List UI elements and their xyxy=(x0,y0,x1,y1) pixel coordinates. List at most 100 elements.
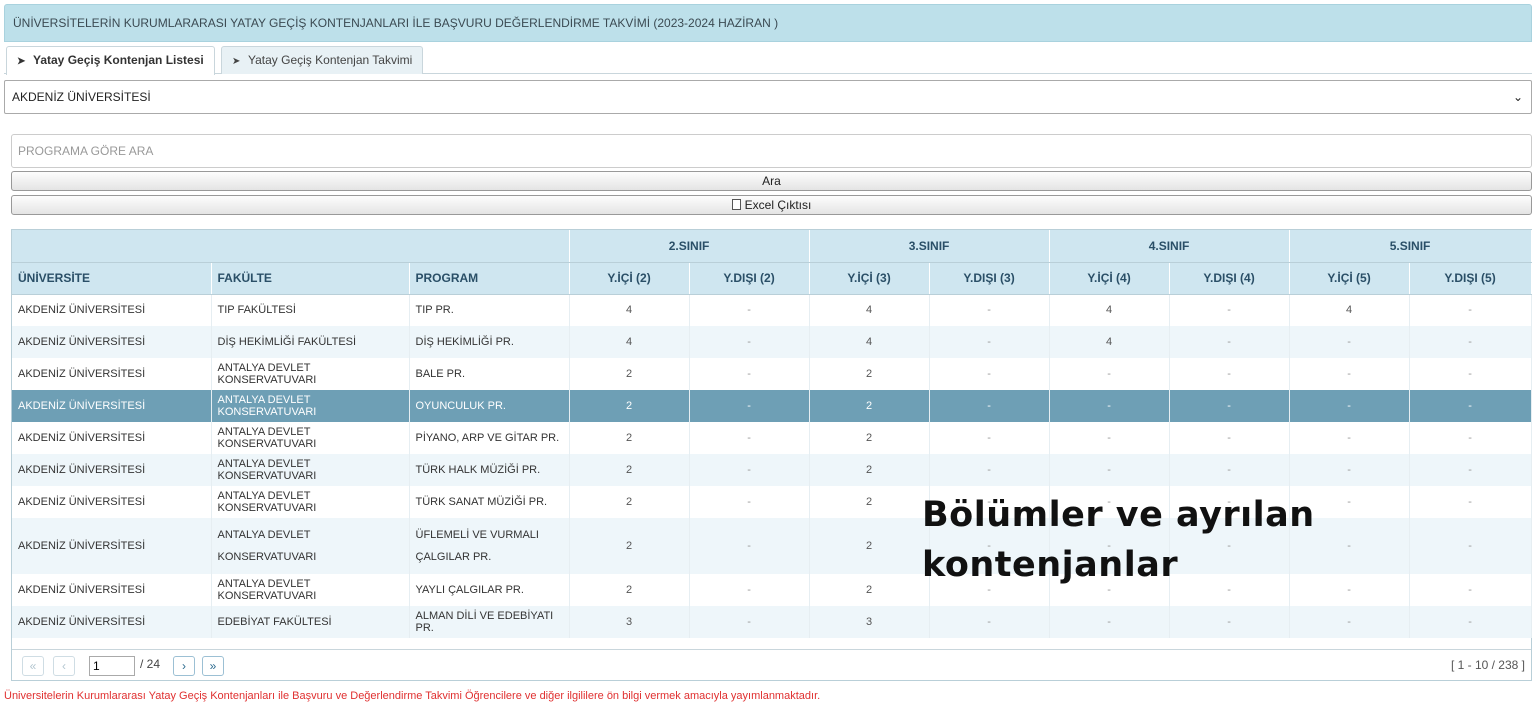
tab-label: Yatay Geçiş Kontenjan Takvimi xyxy=(248,53,413,67)
cell-quota: - xyxy=(1409,294,1532,326)
cell-quota: 2 xyxy=(569,574,690,606)
column-header-universite[interactable]: ÜNİVERSİTE xyxy=(12,262,212,295)
cell-quota: 2 xyxy=(569,454,690,486)
cell-quota: - xyxy=(1409,574,1532,606)
cell-quota: - xyxy=(1049,358,1170,390)
quota-table-panel: 2.SINIF 3.SINIF 4.SINIF 5.SINIF ÜNİVERSİ… xyxy=(11,229,1532,681)
cell-universite: AKDENİZ ÜNİVERSİTESİ xyxy=(12,518,212,574)
cell-universite: AKDENİZ ÜNİVERSİTESİ xyxy=(12,574,212,606)
university-select[interactable]: AKDENİZ ÜNİVERSİTESİ ⌄ xyxy=(4,80,1532,114)
cell-universite: AKDENİZ ÜNİVERSİTESİ xyxy=(12,486,212,518)
page-total: / 24 xyxy=(140,657,161,671)
next-page-button[interactable]: › xyxy=(173,656,195,676)
excel-export-button[interactable]: Excel Çıktısı xyxy=(11,195,1532,215)
cell-quota: - xyxy=(1409,454,1532,486)
cell-fakulte: TIP FAKÜLTESİ xyxy=(211,294,410,326)
cell-quota: - xyxy=(1049,606,1170,638)
cell-program: TIP PR. xyxy=(409,294,570,326)
group-header-2-sinif: 2.SINIF xyxy=(569,230,810,263)
column-header-yici-5[interactable]: Y.İÇİ (5) xyxy=(1289,262,1410,295)
search-button[interactable]: Ara xyxy=(11,171,1532,191)
table-row-selected[interactable]: AKDENİZ ÜNİVERSİTESİ ANTALYA DEVLET KONS… xyxy=(12,390,1532,422)
cell-universite: AKDENİZ ÜNİVERSİTESİ xyxy=(12,358,212,390)
table-row[interactable]: AKDENİZ ÜNİVERSİTESİ ANTALYA DEVLET KONS… xyxy=(12,454,1532,486)
cell-quota: - xyxy=(929,358,1050,390)
cell-universite: AKDENİZ ÜNİVERSİTESİ xyxy=(12,326,212,358)
group-header-4-sinif: 4.SINIF xyxy=(1049,230,1290,263)
cell-quota: - xyxy=(929,326,1050,358)
cell-quota: - xyxy=(1409,422,1532,454)
cell-quota: 4 xyxy=(1049,294,1170,326)
cell-fakulte: ANTALYA DEVLET KONSERVATUVARI xyxy=(211,390,410,422)
annotation-line-1: Bölümler ve ayrılan xyxy=(922,495,1315,535)
table-row[interactable]: AKDENİZ ÜNİVERSİTESİ ANTALYA DEVLET KONS… xyxy=(12,422,1532,454)
tab-label: Yatay Geçiş Kontenjan Listesi xyxy=(33,53,204,67)
cell-quota: - xyxy=(689,390,810,422)
table-row[interactable]: AKDENİZ ÜNİVERSİTESİ EDEBİYAT FAKÜLTESİ … xyxy=(12,606,1532,638)
cell-quota: - xyxy=(929,454,1050,486)
cell-quota: - xyxy=(929,294,1050,326)
column-header-yici-3[interactable]: Y.İÇİ (3) xyxy=(809,262,930,295)
cell-quota: - xyxy=(1289,326,1410,358)
cell-fakulte: ANTALYA DEVLET KONSERVATUVARI xyxy=(211,358,410,390)
cell-quota: - xyxy=(1409,518,1532,574)
table-row[interactable]: AKDENİZ ÜNİVERSİTESİ ANTALYA DEVLET KONS… xyxy=(12,358,1532,390)
first-page-button[interactable]: « xyxy=(22,656,44,676)
column-header-program[interactable]: PROGRAM xyxy=(409,262,570,295)
cell-quota: - xyxy=(929,606,1050,638)
cell-fakulte: ANTALYA DEVLET KONSERVATUVARI xyxy=(211,486,410,518)
column-header-row: ÜNİVERSİTE FAKÜLTE PROGRAM Y.İÇİ (2) Y.D… xyxy=(12,262,1532,295)
page-title: ÜNİVERSİTELERİN KURUMLARARASI YATAY GEÇİ… xyxy=(4,4,1532,42)
cell-quota: 3 xyxy=(569,606,690,638)
cell-quota: - xyxy=(1289,390,1410,422)
cell-quota: - xyxy=(689,422,810,454)
cell-universite: AKDENİZ ÜNİVERSİTESİ xyxy=(12,390,212,422)
table-row[interactable]: AKDENİZ ÜNİVERSİTESİ DİŞ HEKİMLİĞİ FAKÜL… xyxy=(12,326,1532,358)
cell-fakulte: ANTALYA DEVLET KONSERVATUVARI xyxy=(211,518,410,574)
cell-quota: - xyxy=(1289,358,1410,390)
cell-quota: - xyxy=(1169,358,1290,390)
footer-note: Üniversitelerin Kurumlararası Yatay Geçi… xyxy=(4,690,821,702)
cell-quota: - xyxy=(689,454,810,486)
cell-universite: AKDENİZ ÜNİVERSİTESİ xyxy=(12,422,212,454)
column-header-fakulte[interactable]: FAKÜLTE xyxy=(211,262,410,295)
prev-page-button[interactable]: ‹ xyxy=(53,656,75,676)
cell-program: BALE PR. xyxy=(409,358,570,390)
cell-quota: - xyxy=(689,606,810,638)
cell-program: TÜRK SANAT MÜZİĞİ PR. xyxy=(409,486,570,518)
cell-quota: - xyxy=(1169,454,1290,486)
cell-program: ALMAN DİLİ VE EDEBİYATI PR. xyxy=(409,606,570,638)
tab-bar: ➤ Yatay Geçiş Kontenjan Listesi ➤ Yatay Ge… xyxy=(4,42,1532,75)
cell-fakulte: ANTALYA DEVLET KONSERVATUVARI xyxy=(211,574,410,606)
cell-quota: 2 xyxy=(569,518,690,574)
column-header-ydisi-4[interactable]: Y.DIŞI (4) xyxy=(1169,262,1290,295)
cell-quota: - xyxy=(689,294,810,326)
tab-kontenjan-takvimi[interactable]: ➤ Yatay Geçiş Kontenjan Takvimi xyxy=(221,46,424,74)
column-header-ydisi-5[interactable]: Y.DIŞI (5) xyxy=(1409,262,1532,295)
cell-quota: - xyxy=(689,358,810,390)
column-header-ydisi-3[interactable]: Y.DIŞI (3) xyxy=(929,262,1050,295)
column-header-yici-4[interactable]: Y.İÇİ (4) xyxy=(1049,262,1170,295)
cell-quota: - xyxy=(1409,486,1532,518)
cell-quota: - xyxy=(1049,422,1170,454)
cell-quota: 2 xyxy=(569,422,690,454)
last-page-button[interactable]: » xyxy=(202,656,224,676)
page-number-input[interactable] xyxy=(89,656,135,676)
cell-program: TÜRK HALK MÜZİĞİ PR. xyxy=(409,454,570,486)
cell-quota: 4 xyxy=(569,326,690,358)
cell-quota: - xyxy=(689,486,810,518)
table-row[interactable]: AKDENİZ ÜNİVERSİTESİ TIP FAKÜLTESİ TIP P… xyxy=(12,294,1532,326)
program-search-input[interactable] xyxy=(11,134,1532,168)
cell-quota: - xyxy=(1409,326,1532,358)
cell-quota: 4 xyxy=(1289,294,1410,326)
cell-quota: 2 xyxy=(809,390,930,422)
column-header-ydisi-2[interactable]: Y.DIŞI (2) xyxy=(689,262,810,295)
cell-quota: 2 xyxy=(809,358,930,390)
cell-quota: - xyxy=(1289,422,1410,454)
tab-kontenjan-listesi[interactable]: ➤ Yatay Geçiş Kontenjan Listesi xyxy=(6,46,215,75)
annotation-line-2: kontenjanlar xyxy=(922,545,1179,585)
column-header-yici-2[interactable]: Y.İÇİ (2) xyxy=(569,262,690,295)
record-range: [ 1 - 10 / 238 ] xyxy=(1450,658,1525,672)
cell-quota: 2 xyxy=(809,486,930,518)
cell-program: YAYLI ÇALGILAR PR. xyxy=(409,574,570,606)
